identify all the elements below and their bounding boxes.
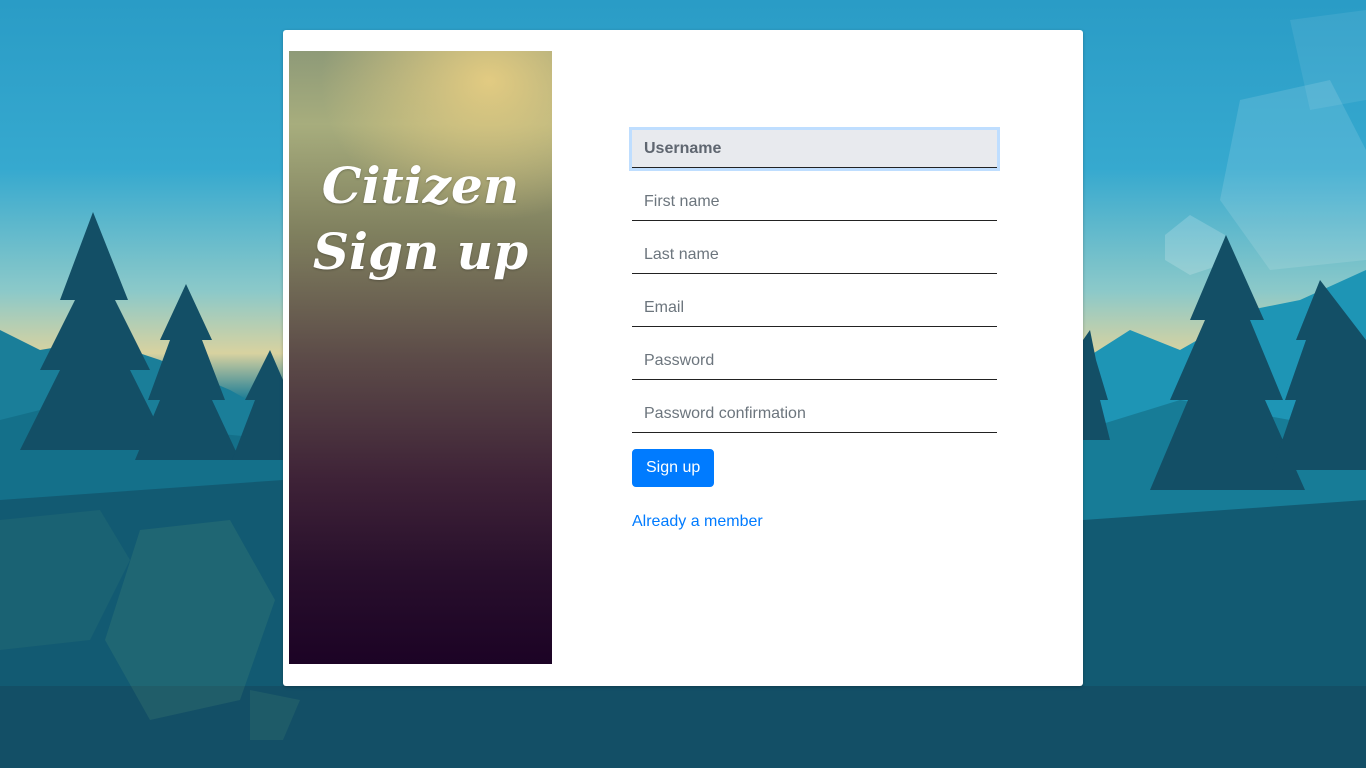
password-confirmation-input[interactable] (632, 395, 997, 433)
sidebar-banner: Citizen Sign up (289, 51, 552, 664)
last-name-input[interactable] (632, 236, 997, 274)
title-line-1: Citizen (321, 156, 520, 215)
password-input[interactable] (632, 342, 997, 380)
first-name-input[interactable] (632, 183, 997, 221)
signup-form: Sign up Already a member (632, 130, 997, 531)
signup-card: Citizen Sign up Sign up Already a member (283, 30, 1083, 686)
page-title: Citizen Sign up (289, 153, 552, 285)
signup-button[interactable]: Sign up (632, 449, 715, 487)
already-member-link[interactable]: Already a member (632, 513, 997, 531)
title-line-2: Sign up (312, 222, 529, 281)
username-input[interactable] (632, 130, 997, 168)
email-input[interactable] (632, 289, 997, 327)
